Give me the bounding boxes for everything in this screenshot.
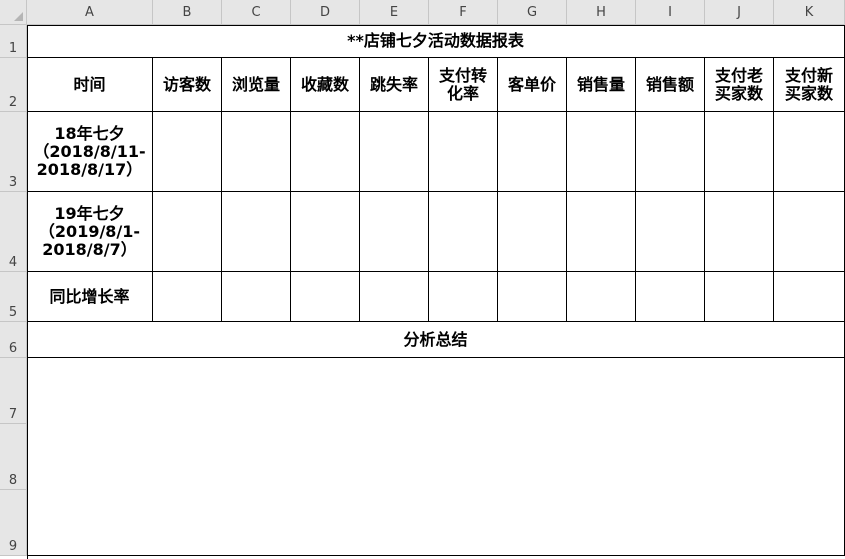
data-cell-k4[interactable]	[774, 192, 845, 272]
row-label-3[interactable]: 18年七夕 （2018/8/11- 2018/8/17）	[27, 112, 153, 192]
column-header-f[interactable]: F	[429, 0, 498, 25]
row-header-8[interactable]: 8	[0, 424, 27, 490]
select-all-corner[interactable]	[0, 0, 27, 25]
row-header-4[interactable]: 4	[0, 192, 27, 272]
column-header-a[interactable]: A	[27, 0, 153, 25]
row-header-6[interactable]: 6	[0, 322, 27, 358]
data-cell-d5[interactable]	[291, 272, 360, 322]
data-cell-g4[interactable]	[498, 192, 567, 272]
data-cell-b4[interactable]	[153, 192, 222, 272]
data-cell-e3[interactable]	[360, 112, 429, 192]
data-cell-i4[interactable]	[636, 192, 705, 272]
data-cell-h3[interactable]	[567, 112, 636, 192]
row-header-7[interactable]: 7	[0, 358, 27, 424]
column-header-i[interactable]: I	[636, 0, 705, 25]
header-cell-d[interactable]: 收藏数	[291, 58, 360, 112]
data-cell-j4[interactable]	[705, 192, 774, 272]
data-cell-j3[interactable]	[705, 112, 774, 192]
data-cell-k3[interactable]	[774, 112, 845, 192]
data-cell-f3[interactable]	[429, 112, 498, 192]
select-all-icon	[14, 12, 23, 21]
row-header-1[interactable]: 1	[0, 25, 27, 58]
row-header-3[interactable]: 3	[0, 112, 27, 192]
row-label-5[interactable]: 同比增长率	[27, 272, 153, 322]
header-cell-j[interactable]: 支付老 买家数	[705, 58, 774, 112]
column-header-c[interactable]: C	[222, 0, 291, 25]
spreadsheet: A B C D E F G H I J K 1 2 3 4 5 6 7 8 9 **店铺七夕活动数据报表 时间 访客数 浏览量…	[0, 0, 845, 559]
data-cell-d4[interactable]	[291, 192, 360, 272]
header-cell-k[interactable]: 支付新 买家数	[774, 58, 845, 112]
header-cell-f[interactable]: 支付转 化率	[429, 58, 498, 112]
data-cell-f5[interactable]	[429, 272, 498, 322]
data-cell-g3[interactable]	[498, 112, 567, 192]
column-header-k[interactable]: K	[774, 0, 845, 25]
summary-label[interactable]: 分析总结	[27, 322, 845, 358]
data-cell-g5[interactable]	[498, 272, 567, 322]
data-cell-b3[interactable]	[153, 112, 222, 192]
data-cell-e4[interactable]	[360, 192, 429, 272]
data-cell-f4[interactable]	[429, 192, 498, 272]
data-cell-k5[interactable]	[774, 272, 845, 322]
header-cell-a[interactable]: 时间	[27, 58, 153, 112]
data-cell-i5[interactable]	[636, 272, 705, 322]
header-cell-g[interactable]: 客单价	[498, 58, 567, 112]
header-cell-c[interactable]: 浏览量	[222, 58, 291, 112]
summary-area[interactable]	[27, 358, 845, 556]
row-header-5[interactable]: 5	[0, 272, 27, 322]
header-cell-e[interactable]: 跳失率	[360, 58, 429, 112]
data-cell-b5[interactable]	[153, 272, 222, 322]
header-cell-i[interactable]: 销售额	[636, 58, 705, 112]
data-cell-d3[interactable]	[291, 112, 360, 192]
data-cell-j5[interactable]	[705, 272, 774, 322]
row-header-2[interactable]: 2	[0, 58, 27, 112]
data-cell-c3[interactable]	[222, 112, 291, 192]
data-cell-i3[interactable]	[636, 112, 705, 192]
column-header-d[interactable]: D	[291, 0, 360, 25]
header-cell-h[interactable]: 销售量	[567, 58, 636, 112]
header-cell-b[interactable]: 访客数	[153, 58, 222, 112]
column-header-b[interactable]: B	[153, 0, 222, 25]
column-header-e[interactable]: E	[360, 0, 429, 25]
row-label-4[interactable]: 19年七夕 （2019/8/1- 2018/8/7）	[27, 192, 153, 272]
data-cell-h4[interactable]	[567, 192, 636, 272]
column-header-g[interactable]: G	[498, 0, 567, 25]
data-cell-c5[interactable]	[222, 272, 291, 322]
column-header-h[interactable]: H	[567, 0, 636, 25]
report-title[interactable]: **店铺七夕活动数据报表	[27, 25, 845, 58]
data-cell-h5[interactable]	[567, 272, 636, 322]
data-cell-c4[interactable]	[222, 192, 291, 272]
row-header-9[interactable]: 9	[0, 490, 27, 556]
column-header-j[interactable]: J	[705, 0, 774, 25]
data-cell-e5[interactable]	[360, 272, 429, 322]
